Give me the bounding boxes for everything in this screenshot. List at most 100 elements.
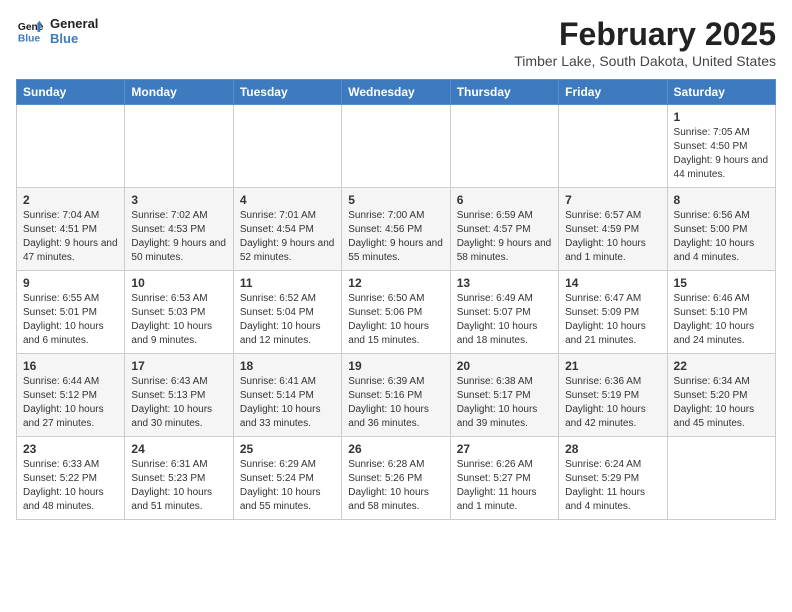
day-number: 28 — [565, 442, 660, 456]
day-cell: 20 Sunrise: 6:38 AM Sunset: 5:17 PM Dayli… — [450, 354, 558, 437]
day-number: 11 — [240, 276, 335, 290]
day-info: Sunrise: 6:53 AM Sunset: 5:03 PM Dayligh… — [131, 292, 226, 348]
day-info: Sunrise: 6:55 AM Sunset: 5:01 PM Dayligh… — [23, 292, 118, 348]
day-cell: 16Sunrise: 6:44 AM Sunset: 5:12 PM Dayli… — [17, 354, 125, 437]
day-cell: 9 Sunrise: 6:55 AM Sunset: 5:01 PM Daylig… — [17, 271, 125, 354]
day-cell — [125, 105, 233, 188]
day-info: Sunrise: 6:34 AM Sunset: 5:20 PM Dayligh… — [674, 375, 769, 431]
day-cell: 14 Sunrise: 6:47 AM Sunset: 5:09 PM Dayli… — [559, 271, 667, 354]
day-cell: 12Sunrise: 6:50 AM Sunset: 5:06 PM Dayli… — [342, 271, 450, 354]
weekday-header-row: SundayMondayTuesdayWednesdayThursdayFrid… — [17, 80, 776, 105]
weekday-header-sunday: Sunday — [17, 80, 125, 105]
location-title: Timber Lake, South Dakota, United States — [514, 53, 776, 69]
day-cell — [559, 105, 667, 188]
day-cell: 6 Sunrise: 6:59 AM Sunset: 4:57 PM Daylig… — [450, 188, 558, 271]
title-area: February 2025 Timber Lake, South Dakota,… — [514, 16, 776, 69]
day-cell: 25 Sunrise: 6:29 AM Sunset: 5:24 PM Dayli… — [233, 437, 341, 520]
day-cell: 10 Sunrise: 6:53 AM Sunset: 5:03 PM Dayli… — [125, 271, 233, 354]
week-row-0: 1 Sunrise: 7:05 AM Sunset: 4:50 PM Daylig… — [17, 105, 776, 188]
day-number: 16 — [23, 359, 118, 373]
day-cell: 23 Sunrise: 6:33 AM Sunset: 5:22 PM Dayli… — [17, 437, 125, 520]
day-info: Sunrise: 7:05 AM Sunset: 4:50 PM Dayligh… — [674, 126, 769, 182]
svg-text:Blue: Blue — [18, 33, 41, 44]
day-info: Sunrise: 6:38 AM Sunset: 5:17 PM Dayligh… — [457, 375, 552, 431]
day-number: 24 — [131, 442, 226, 456]
day-cell: 3 Sunrise: 7:02 AM Sunset: 4:53 PM Daylig… — [125, 188, 233, 271]
month-title: February 2025 — [514, 16, 776, 53]
day-info: Sunrise: 6:33 AM Sunset: 5:22 PM Dayligh… — [23, 458, 118, 514]
day-cell: 27 Sunrise: 6:26 AM Sunset: 5:27 PM Dayli… — [450, 437, 558, 520]
day-number: 26 — [348, 442, 443, 456]
day-info: Sunrise: 6:56 AM Sunset: 5:00 PM Dayligh… — [674, 209, 769, 265]
calendar-table: SundayMondayTuesdayWednesdayThursdayFrid… — [16, 79, 776, 520]
day-info: Sunrise: 6:50 AM Sunset: 5:06 PM Dayligh… — [348, 292, 443, 348]
day-number: 14 — [565, 276, 660, 290]
day-info: Sunrise: 6:46 AM Sunset: 5:10 PM Dayligh… — [674, 292, 769, 348]
day-number: 20 — [457, 359, 552, 373]
day-info: Sunrise: 7:02 AM Sunset: 4:53 PM Dayligh… — [131, 209, 226, 265]
day-number: 25 — [240, 442, 335, 456]
day-number: 5 — [348, 193, 443, 207]
day-number: 7 — [565, 193, 660, 207]
day-info: Sunrise: 6:41 AM Sunset: 5:14 PM Dayligh… — [240, 375, 335, 431]
day-cell — [17, 105, 125, 188]
day-info: Sunrise: 6:36 AM Sunset: 5:19 PM Dayligh… — [565, 375, 660, 431]
day-cell: 28 Sunrise: 6:24 AM Sunset: 5:29 PM Dayli… — [559, 437, 667, 520]
day-info: Sunrise: 6:49 AM Sunset: 5:07 PM Dayligh… — [457, 292, 552, 348]
weekday-header-thursday: Thursday — [450, 80, 558, 105]
day-cell: 8 Sunrise: 6:56 AM Sunset: 5:00 PM Daylig… — [667, 188, 775, 271]
day-number: 19 — [348, 359, 443, 373]
day-cell: 13Sunrise: 6:49 AM Sunset: 5:07 PM Dayli… — [450, 271, 558, 354]
day-cell — [450, 105, 558, 188]
logo-line2: Blue — [50, 31, 98, 46]
logo: General Blue General Blue — [16, 16, 98, 46]
day-info: Sunrise: 6:24 AM Sunset: 5:29 PM Dayligh… — [565, 458, 660, 514]
week-row-1: 2 Sunrise: 7:04 AM Sunset: 4:51 PM Daylig… — [17, 188, 776, 271]
day-info: Sunrise: 6:28 AM Sunset: 5:26 PM Dayligh… — [348, 458, 443, 514]
day-number: 1 — [674, 110, 769, 124]
day-cell: 26 Sunrise: 6:28 AM Sunset: 5:26 PM Dayli… — [342, 437, 450, 520]
day-cell: 15 Sunrise: 6:46 AM Sunset: 5:10 PM Dayli… — [667, 271, 775, 354]
page-header: General Blue General Blue February 2025 … — [16, 16, 776, 69]
day-cell: 17Sunrise: 6:43 AM Sunset: 5:13 PM Dayli… — [125, 354, 233, 437]
day-info: Sunrise: 6:26 AM Sunset: 5:27 PM Dayligh… — [457, 458, 552, 514]
day-info: Sunrise: 6:59 AM Sunset: 4:57 PM Dayligh… — [457, 209, 552, 265]
day-info: Sunrise: 7:00 AM Sunset: 4:56 PM Dayligh… — [348, 209, 443, 265]
logo-icon: General Blue — [16, 17, 44, 45]
day-cell: 1 Sunrise: 7:05 AM Sunset: 4:50 PM Daylig… — [667, 105, 775, 188]
day-number: 17 — [131, 359, 226, 373]
day-cell: 4Sunrise: 7:01 AM Sunset: 4:54 PM Daylig… — [233, 188, 341, 271]
day-cell — [667, 437, 775, 520]
day-info: Sunrise: 6:31 AM Sunset: 5:23 PM Dayligh… — [131, 458, 226, 514]
weekday-header-saturday: Saturday — [667, 80, 775, 105]
day-number: 3 — [131, 193, 226, 207]
day-cell — [233, 105, 341, 188]
day-number: 22 — [674, 359, 769, 373]
day-number: 4 — [240, 193, 335, 207]
day-info: Sunrise: 7:04 AM Sunset: 4:51 PM Dayligh… — [23, 209, 118, 265]
day-number: 9 — [23, 276, 118, 290]
day-cell: 22 Sunrise: 6:34 AM Sunset: 5:20 PM Dayli… — [667, 354, 775, 437]
day-cell: 24 Sunrise: 6:31 AM Sunset: 5:23 PM Dayli… — [125, 437, 233, 520]
day-info: Sunrise: 6:47 AM Sunset: 5:09 PM Dayligh… — [565, 292, 660, 348]
day-cell: 5 Sunrise: 7:00 AM Sunset: 4:56 PM Daylig… — [342, 188, 450, 271]
day-number: 27 — [457, 442, 552, 456]
day-info: Sunrise: 6:57 AM Sunset: 4:59 PM Dayligh… — [565, 209, 660, 265]
day-number: 18 — [240, 359, 335, 373]
weekday-header-wednesday: Wednesday — [342, 80, 450, 105]
day-cell: 11Sunrise: 6:52 AM Sunset: 5:04 PM Dayli… — [233, 271, 341, 354]
day-number: 23 — [23, 442, 118, 456]
day-info: Sunrise: 6:29 AM Sunset: 5:24 PM Dayligh… — [240, 458, 335, 514]
day-number: 2 — [23, 193, 118, 207]
day-cell: 21Sunrise: 6:36 AM Sunset: 5:19 PM Dayli… — [559, 354, 667, 437]
day-number: 8 — [674, 193, 769, 207]
day-cell: 19Sunrise: 6:39 AM Sunset: 5:16 PM Dayli… — [342, 354, 450, 437]
week-row-3: 16Sunrise: 6:44 AM Sunset: 5:12 PM Dayli… — [17, 354, 776, 437]
week-row-2: 9 Sunrise: 6:55 AM Sunset: 5:01 PM Daylig… — [17, 271, 776, 354]
day-number: 6 — [457, 193, 552, 207]
weekday-header-monday: Monday — [125, 80, 233, 105]
day-number: 10 — [131, 276, 226, 290]
week-row-4: 23 Sunrise: 6:33 AM Sunset: 5:22 PM Dayli… — [17, 437, 776, 520]
day-number: 15 — [674, 276, 769, 290]
weekday-header-friday: Friday — [559, 80, 667, 105]
